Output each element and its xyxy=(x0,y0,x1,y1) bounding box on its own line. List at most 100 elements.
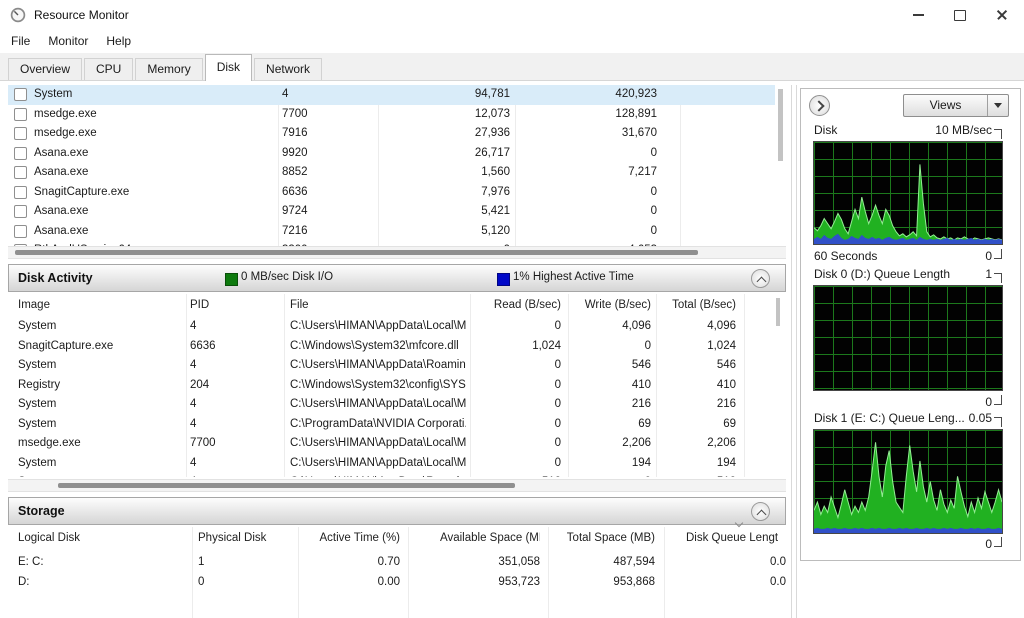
disk-activity-cell: C:\Users\HIMAN\AppData\Local\M... xyxy=(290,454,466,474)
process-row[interactable]: Asana.exe992026,7170 xyxy=(8,144,775,164)
chart-xlabel: 60 Seconds xyxy=(814,249,877,263)
disk-activity-column-header[interactable]: Read (B/sec) xyxy=(461,296,561,316)
process-row[interactable]: Asana.exe97245,4210 xyxy=(8,202,775,222)
panel-splitter[interactable] xyxy=(796,85,797,618)
tab-memory[interactable]: Memory xyxy=(135,58,202,80)
views-button[interactable]: Views xyxy=(903,94,1009,117)
storage-column-header[interactable]: Disk Queue Lengt xyxy=(686,529,790,549)
disk-activity-row[interactable]: System4C:\Users\HIMAN\AppData\Local\M...… xyxy=(8,395,775,415)
storage-column-header[interactable]: Available Space (MB) xyxy=(440,529,540,549)
disk-activity-column-header[interactable]: File xyxy=(290,296,466,316)
disk-activity-cell: 546 xyxy=(636,356,736,376)
tab-overview[interactable]: Overview xyxy=(8,58,82,80)
collapse-storage-button[interactable] xyxy=(751,502,770,521)
process-row[interactable]: Asana.exe88521,5607,217 xyxy=(8,163,775,183)
storage-column-header[interactable]: Physical Disk xyxy=(198,529,293,549)
process-row[interactable]: msedge.exe791627,93631,670 xyxy=(8,124,775,144)
disk-activity-row[interactable]: msedge.exe7700C:\Users\HIMAN\AppData\Loc… xyxy=(8,434,775,454)
disk-activity-row[interactable]: System4C:\ProgramData\NVIDIA Corporati..… xyxy=(8,415,775,435)
maximize-button[interactable] xyxy=(939,0,981,30)
process-checkbox[interactable] xyxy=(14,166,27,179)
disk-activity-row[interactable]: System4C:\Users\HIMAN\AppData\Local\M...… xyxy=(8,317,775,337)
minimize-button[interactable] xyxy=(897,0,939,30)
storage-row[interactable]: D:00.00953,723953,8680.0 xyxy=(8,573,790,593)
disk-activity-cell: 4 xyxy=(190,317,280,337)
storage-cell: D: xyxy=(18,573,184,593)
active-time-legend-swatch xyxy=(497,273,510,286)
disk-activity-column-header[interactable]: Total (B/sec) xyxy=(636,296,736,316)
disk-activity-row[interactable]: SnagitCapture.exe6636C:\Windows\System32… xyxy=(8,337,775,357)
disk-activity-cell: System xyxy=(18,415,184,435)
storage-table: Logical Disk Physical Disk Active Time (%)… xyxy=(8,527,790,618)
chart-title: Disk 1 (E: C:) Queue Leng... xyxy=(814,411,965,425)
storage-cell: 953,723 xyxy=(440,573,540,593)
process-checkbox[interactable] xyxy=(14,88,27,101)
storage-row[interactable]: E: C:10.70351,058487,5940.0 xyxy=(8,553,790,573)
process-checkbox[interactable] xyxy=(14,205,27,218)
process-row[interactable]: msedge.exe770012,073128,891 xyxy=(8,105,775,125)
disk-io-legend-label: 0 MB/sec Disk I/O xyxy=(241,271,333,283)
process-cell-read: 7,976 xyxy=(370,183,510,203)
chevron-down-icon xyxy=(994,103,1002,108)
vertical-scrollbar-thumb[interactable] xyxy=(776,298,780,326)
disk-activity-cell: 216 xyxy=(636,395,736,415)
storage-column-header[interactable]: Logical Disk xyxy=(18,529,184,549)
storage-cell: 0.70 xyxy=(300,553,400,573)
process-checkbox[interactable] xyxy=(14,127,27,140)
tab-cpu[interactable]: CPU xyxy=(84,58,133,80)
disk-activity-column-header[interactable]: PID xyxy=(190,296,280,316)
panel-splitter[interactable] xyxy=(791,85,792,618)
close-button[interactable] xyxy=(981,0,1023,30)
expand-panel-button[interactable] xyxy=(809,95,830,116)
process-row[interactable]: Asana.exe72165,1200 xyxy=(8,222,775,242)
storage-cell: 351,058 xyxy=(440,553,540,573)
disk-activity-cell: msedge.exe xyxy=(18,434,184,454)
disk-chart-header: Disk 10 MB/sec xyxy=(814,123,992,137)
process-cell-pid: 7216 xyxy=(282,222,368,242)
horizontal-scrollbar-thumb[interactable] xyxy=(58,483,515,488)
process-cell-read: 5,421 xyxy=(370,202,510,222)
menu-help[interactable]: Help xyxy=(97,30,140,52)
process-checkbox[interactable] xyxy=(14,108,27,121)
storage-cell: 1 xyxy=(198,553,293,573)
collapse-disk-activity-button[interactable] xyxy=(751,269,770,288)
storage-column-header[interactable]: Active Time (%) xyxy=(300,529,400,549)
disk-activity-table: ImagePIDFileRead (B/sec)Write (B/sec)Tot… xyxy=(8,294,786,478)
disk-activity-row[interactable]: System4C:\Users\HIMAN\AppData\Local\M...… xyxy=(8,454,775,474)
process-checkbox[interactable] xyxy=(14,147,27,160)
disk-activity-cell: C:\Windows\System32\config\SYS... xyxy=(290,376,466,396)
resource-monitor-icon xyxy=(10,7,26,23)
disk-activity-cell: 0 xyxy=(461,395,561,415)
disk-activity-row[interactable]: Registry204C:\Windows\System32\config\SY… xyxy=(8,376,775,396)
disk0-chart-header: Disk 0 (D:) Queue Length 1 xyxy=(814,267,992,281)
minimize-icon xyxy=(913,14,924,16)
horizontal-scrollbar-thumb[interactable] xyxy=(15,250,698,255)
process-cell-name: msedge.exe xyxy=(34,105,266,125)
disk-activity-row[interactable]: System4C:\Users\HIMAN\AppData\Roamin...0… xyxy=(8,356,775,376)
tab-network[interactable]: Network xyxy=(254,58,322,80)
process-checkbox[interactable] xyxy=(14,225,27,238)
disk0-queue-graph xyxy=(813,285,1003,391)
horizontal-scrollbar[interactable] xyxy=(8,246,786,259)
menu-monitor[interactable]: Monitor xyxy=(39,30,97,52)
horizontal-scrollbar[interactable] xyxy=(8,479,786,492)
storage-column-header[interactable]: Total Space (MB) xyxy=(555,529,655,549)
chevron-up-icon xyxy=(756,509,766,519)
disk-activity-cell: 0 xyxy=(461,434,561,454)
views-dropdown-arrow[interactable] xyxy=(987,95,1008,116)
process-row[interactable]: SnagitCapture.exe66367,9760 xyxy=(8,183,775,203)
process-cell-read: 27,936 xyxy=(370,124,510,144)
chart-scale-min: 0 xyxy=(985,537,992,551)
process-checkbox[interactable] xyxy=(14,186,27,199)
disk-activity-cell: System xyxy=(18,454,184,474)
disk-activity-column-header[interactable]: Image xyxy=(18,296,184,316)
disk-activity-row[interactable]: System4C:\Users\HIMAN\AppData\Roamin...5… xyxy=(8,473,775,477)
vertical-scrollbar-thumb[interactable] xyxy=(778,89,783,161)
chart-scale-max: 10 MB/sec xyxy=(935,123,992,137)
menu-file[interactable]: File xyxy=(2,30,39,52)
chart-scale-min: 0 xyxy=(985,395,992,409)
process-cell-name: Asana.exe xyxy=(34,202,266,222)
tab-disk[interactable]: Disk xyxy=(205,54,252,81)
process-row[interactable]: System494,781420,923 xyxy=(8,85,775,105)
processes-table: System494,781420,923msedge.exe770012,073… xyxy=(8,85,786,246)
